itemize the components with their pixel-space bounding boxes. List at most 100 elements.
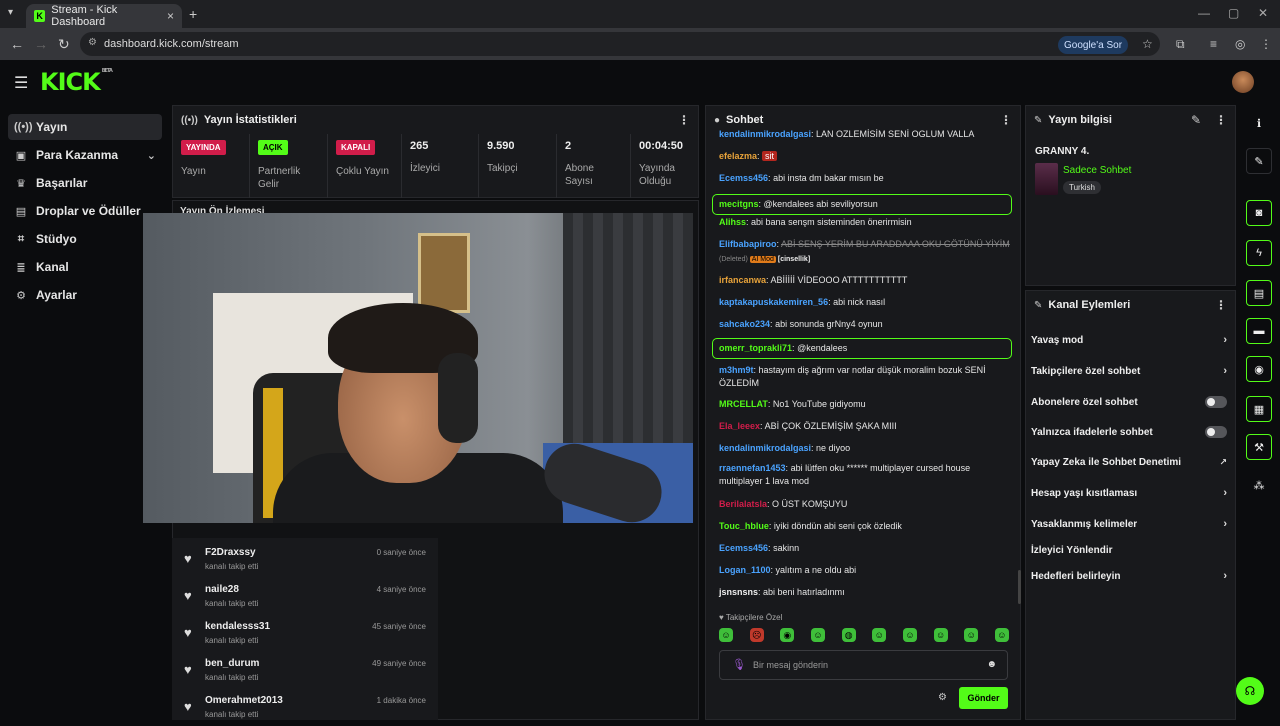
- action-subscribers-only[interactable]: Abonelere özel sohbet: [1031, 392, 1227, 412]
- emote-icon[interactable]: ☺: [810, 628, 825, 642]
- sidebar-item-basarilar[interactable]: ♛ Başarılar: [8, 170, 162, 196]
- chat-scrollbar[interactable]: [1018, 570, 1021, 604]
- clipboard-icon[interactable]: ▤: [1246, 280, 1272, 306]
- wrench-icon[interactable]: ⚒: [1246, 434, 1272, 460]
- chat-username[interactable]: m3hm9t: [719, 365, 754, 375]
- maximize-icon[interactable]: ▢: [1228, 6, 1239, 20]
- stream-preview-video[interactable]: [143, 213, 693, 523]
- emote-icon[interactable]: ☺: [994, 628, 1009, 642]
- chat-username[interactable]: Touc_hblue: [719, 521, 769, 531]
- forward-icon[interactable]: →: [34, 36, 48, 52]
- more-icon[interactable]: ⋮: [1215, 298, 1227, 312]
- chat-messages[interactable]: kendalinmikrodalgasi: LAN OZLEMİSİM SENİ…: [712, 128, 1018, 606]
- camera-icon[interactable]: ◙: [1246, 200, 1272, 226]
- chat-username[interactable]: Ecemss456: [719, 543, 768, 553]
- chat-username[interactable]: Berilalatsla: [719, 499, 767, 509]
- chat-username[interactable]: Alihss: [719, 217, 746, 227]
- hamburger-icon[interactable]: ☰: [14, 73, 28, 93]
- action-banned-words[interactable]: Yasaklanmış kelimeler ›: [1031, 514, 1227, 534]
- action-ai-moderation[interactable]: Yapay Zeka ile Sohbet Denetimi ↗: [1031, 452, 1227, 472]
- apps-icon[interactable]: ⁂: [1246, 472, 1272, 498]
- chat-username[interactable]: Logan_1100: [719, 565, 771, 575]
- emote-icon[interactable]: ☺: [933, 628, 948, 642]
- sidebar-item-yayin[interactable]: ((•)) Yayın: [8, 114, 162, 140]
- action-followers-only[interactable]: Takipçilere özel sohbet ›: [1031, 361, 1227, 381]
- edit-layout-icon[interactable]: ✎: [1246, 148, 1272, 174]
- emote-icon[interactable]: ☹: [749, 628, 764, 642]
- chat-username[interactable]: rraennefan1453: [719, 463, 786, 473]
- sidebar-item-studyo[interactable]: ⌗ Stüdyo: [8, 226, 162, 252]
- chat-username[interactable]: mecitgns: [719, 199, 759, 209]
- chat-username[interactable]: jsnsnsns: [719, 587, 758, 597]
- chat-username[interactable]: Elifbabapiroo: [719, 239, 777, 249]
- follower-name[interactable]: F2Draxssy: [205, 547, 256, 558]
- sidebar-item-kanal[interactable]: ≣ Kanal: [8, 254, 162, 280]
- emote-icon[interactable]: ☺: [872, 628, 887, 642]
- more-icon[interactable]: ⋮: [678, 113, 690, 127]
- close-window-icon[interactable]: ✕: [1258, 6, 1268, 20]
- chat-username[interactable]: Ela_leeex: [719, 421, 760, 431]
- lightning-icon[interactable]: ϟ: [1246, 240, 1272, 266]
- site-info-icon[interactable]: ⚙: [88, 37, 97, 48]
- chat-username[interactable]: kendalinmikrodalgasi: [719, 129, 811, 139]
- new-tab-icon[interactable]: +: [189, 6, 197, 22]
- follower-name[interactable]: ben_durum: [205, 658, 259, 669]
- chat-icon[interactable]: ▬: [1246, 318, 1272, 344]
- edit-icon[interactable]: ✎: [1191, 113, 1201, 127]
- action-slow-mode[interactable]: Yavaş mod ›: [1031, 330, 1227, 350]
- emote-icon[interactable]: ☺: [964, 628, 979, 642]
- emote-only-toggle[interactable]: [1205, 426, 1227, 438]
- more-icon[interactable]: ⋮: [1000, 113, 1012, 127]
- support-icon[interactable]: ☊: [1236, 677, 1264, 705]
- chat-settings-icon[interactable]: ⚙: [938, 692, 947, 703]
- sidebar-item-para-kazanma[interactable]: ▣ Para Kazanma ⌄: [8, 142, 162, 168]
- chat-message-input[interactable]: 🎙 Bir mesaj gönderin ☻: [719, 650, 1008, 680]
- google-ask-button[interactable]: Google'a Sor: [1058, 36, 1129, 54]
- emoji-icon[interactable]: ☻: [986, 659, 997, 670]
- chat-username[interactable]: omerr_toprakli71: [719, 343, 792, 353]
- address-bar[interactable]: ⚙ dashboard.kick.com/stream: [80, 32, 1160, 56]
- stream-category[interactable]: Sadece Sohbet: [1063, 165, 1131, 176]
- chat-username[interactable]: sahcako234: [719, 319, 770, 329]
- layout-icon[interactable]: ▦: [1246, 396, 1272, 422]
- chat-username[interactable]: irfancanwa: [719, 275, 766, 285]
- subscribers-only-toggle[interactable]: [1205, 396, 1227, 408]
- emote-icon[interactable]: ◉: [780, 628, 795, 642]
- follower-name[interactable]: kendalesss31: [205, 621, 270, 632]
- media-icon[interactable]: ≡: [1210, 37, 1217, 51]
- action-account-age[interactable]: Hesap yaşı kısıtlaması ›: [1031, 483, 1227, 503]
- info-icon[interactable]: ℹ: [1246, 110, 1272, 136]
- send-button[interactable]: Gönder: [959, 687, 1008, 709]
- sidebar-item-droplar[interactable]: ▤ Droplar ve Ödüller: [8, 198, 162, 224]
- reload-icon[interactable]: ↻: [58, 36, 70, 53]
- extensions-icon[interactable]: ⧉: [1176, 37, 1185, 52]
- chat-username[interactable]: Ecemss456: [719, 173, 768, 183]
- follower-name[interactable]: Omerahmet2013: [205, 695, 283, 706]
- browser-tab[interactable]: K Stream - Kick Dashboard ×: [26, 4, 182, 28]
- action-host[interactable]: İzleyici Yönlendir: [1031, 540, 1227, 560]
- chat-username[interactable]: kendalinmikrodalgasi: [719, 443, 811, 453]
- sidebar-item-ayarlar[interactable]: ⚙ Ayarlar: [8, 282, 162, 308]
- profile-icon[interactable]: ◎: [1235, 37, 1245, 51]
- kick-logo[interactable]: KICK BETA: [40, 68, 113, 96]
- action-emote-only[interactable]: Yalnızca ifadelerle sohbet: [1031, 422, 1227, 442]
- follower-name[interactable]: naile28: [205, 584, 239, 595]
- action-goals[interactable]: Hedefleri belirleyin ›: [1031, 566, 1227, 586]
- emote-icon[interactable]: ☺: [902, 628, 917, 642]
- user-avatar[interactable]: [1232, 71, 1254, 93]
- back-icon[interactable]: ←: [10, 36, 24, 52]
- broadcast-icon[interactable]: ◉: [1246, 356, 1272, 382]
- video-wall-frame: [418, 233, 470, 313]
- minimize-icon[interactable]: —: [1198, 6, 1210, 20]
- microphone-icon[interactable]: 🎙: [732, 658, 746, 671]
- emote-icon[interactable]: ☺: [719, 628, 733, 642]
- emote-icon[interactable]: ◍: [841, 628, 856, 642]
- chat-username[interactable]: MRCELLAT: [719, 399, 768, 409]
- bookmark-star-icon[interactable]: ☆: [1142, 37, 1153, 51]
- more-icon[interactable]: ⋮: [1215, 113, 1227, 127]
- chat-username[interactable]: kaptakapuskakemiren_56: [719, 297, 828, 307]
- tab-search-icon[interactable]: ▾: [8, 7, 13, 18]
- menu-icon[interactable]: ⋮: [1260, 37, 1272, 51]
- chat-username[interactable]: efelazma: [719, 151, 757, 161]
- close-icon[interactable]: ×: [167, 9, 174, 23]
